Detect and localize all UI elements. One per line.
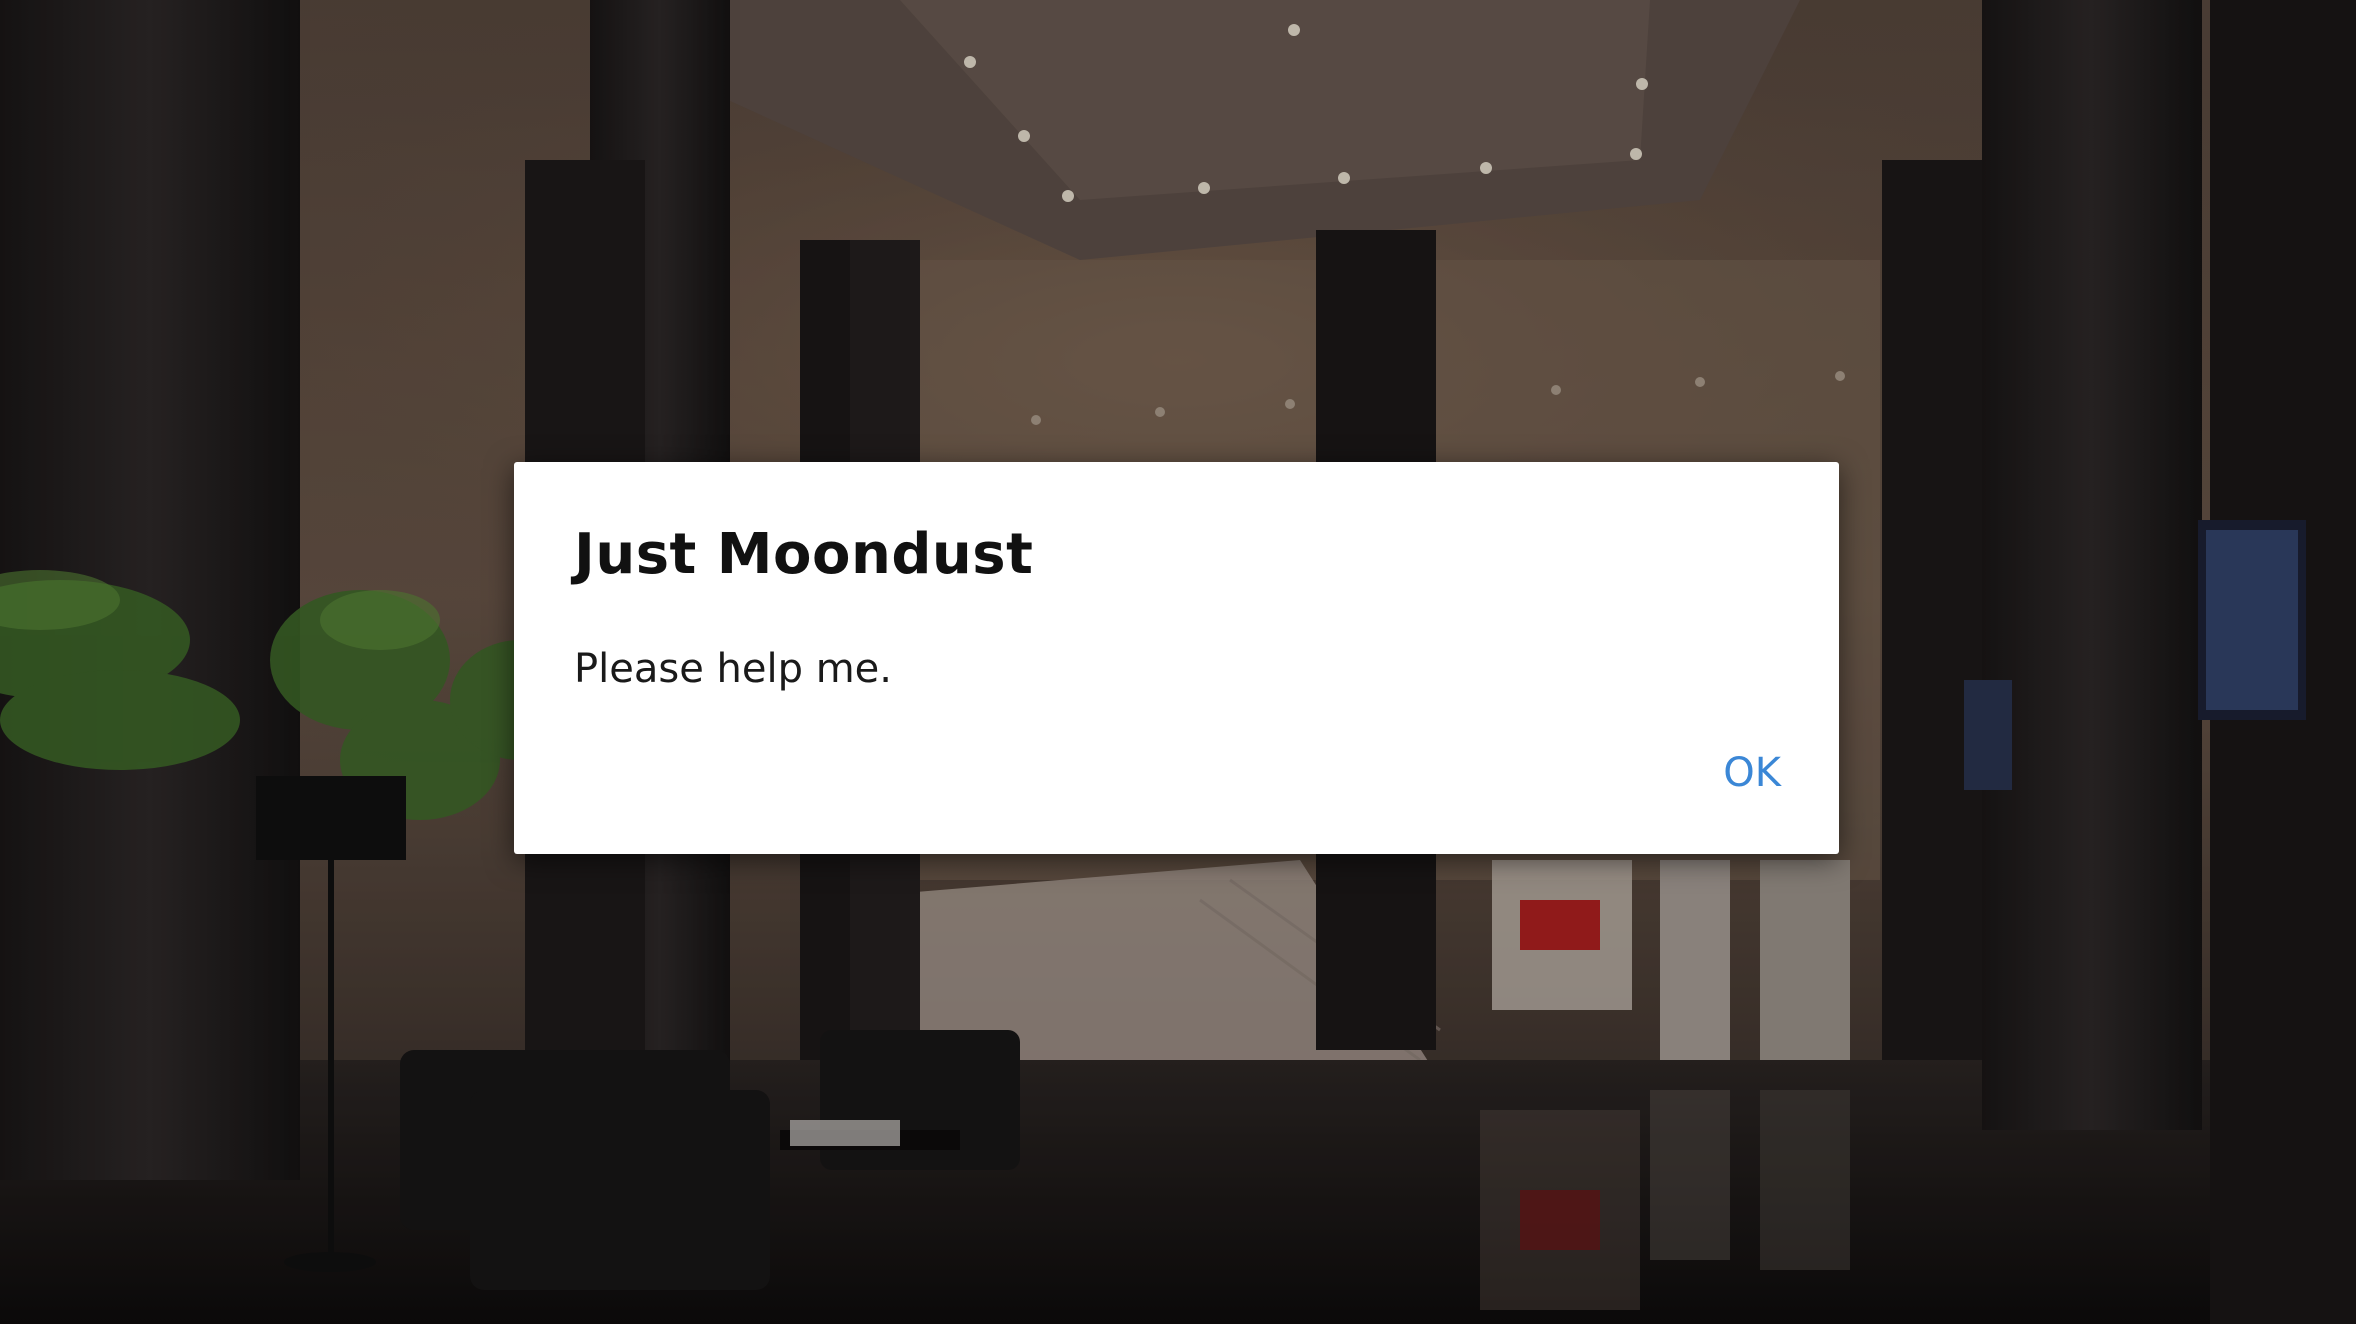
- ok-button[interactable]: OK: [1721, 744, 1783, 802]
- alert-dialog: Just Moondust Please help me. OK: [514, 462, 1839, 854]
- dialog-message: Please help me.: [574, 646, 892, 692]
- game-scene: Just Moondust Please help me. OK: [0, 0, 2356, 1324]
- dialog-title: Just Moondust: [574, 522, 1034, 587]
